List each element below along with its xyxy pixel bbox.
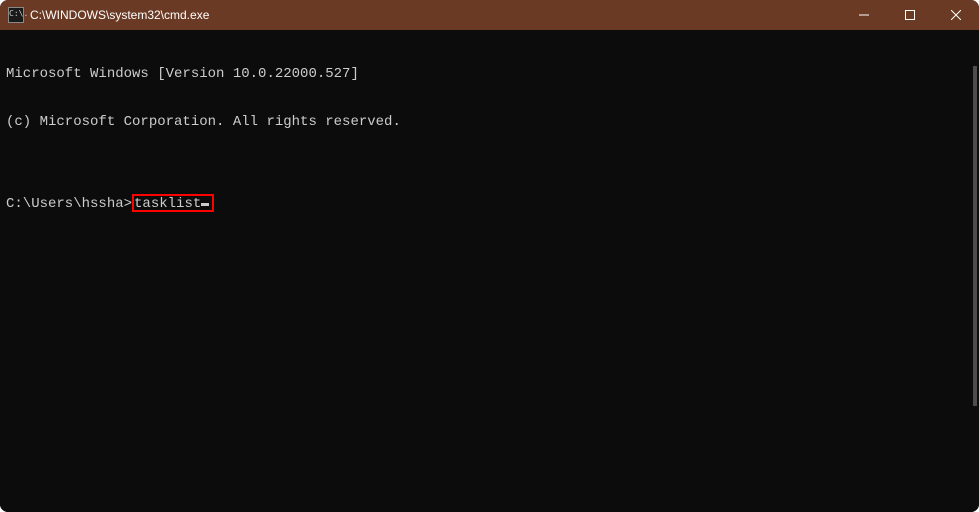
version-line: Microsoft Windows [Version 10.0.22000.52… (6, 66, 973, 82)
scrollbar-track[interactable] (971, 62, 977, 506)
prompt-line: C:\Users\hssha>tasklist (6, 194, 973, 212)
cmd-window: C:\. C:\WINDOWS\system32\cmd.exe Microso… (0, 0, 979, 512)
maximize-button[interactable] (887, 0, 933, 30)
window-title: C:\WINDOWS\system32\cmd.exe (30, 8, 209, 22)
close-icon (951, 10, 961, 20)
window-controls (841, 0, 979, 30)
minimize-button[interactable] (841, 0, 887, 30)
titlebar[interactable]: C:\. C:\WINDOWS\system32\cmd.exe (0, 0, 979, 30)
prompt-text: C:\Users\hssha> (6, 196, 132, 212)
cmd-icon: C:\. (8, 7, 24, 23)
terminal-output[interactable]: Microsoft Windows [Version 10.0.22000.52… (0, 30, 979, 512)
copyright-line: (c) Microsoft Corporation. All rights re… (6, 114, 973, 130)
scrollbar-thumb[interactable] (973, 66, 977, 406)
command-highlight: tasklist (132, 194, 214, 212)
command-text[interactable]: tasklist (134, 196, 201, 212)
close-button[interactable] (933, 0, 979, 30)
minimize-icon (859, 10, 869, 20)
maximize-icon (905, 10, 915, 20)
cursor (201, 203, 209, 206)
